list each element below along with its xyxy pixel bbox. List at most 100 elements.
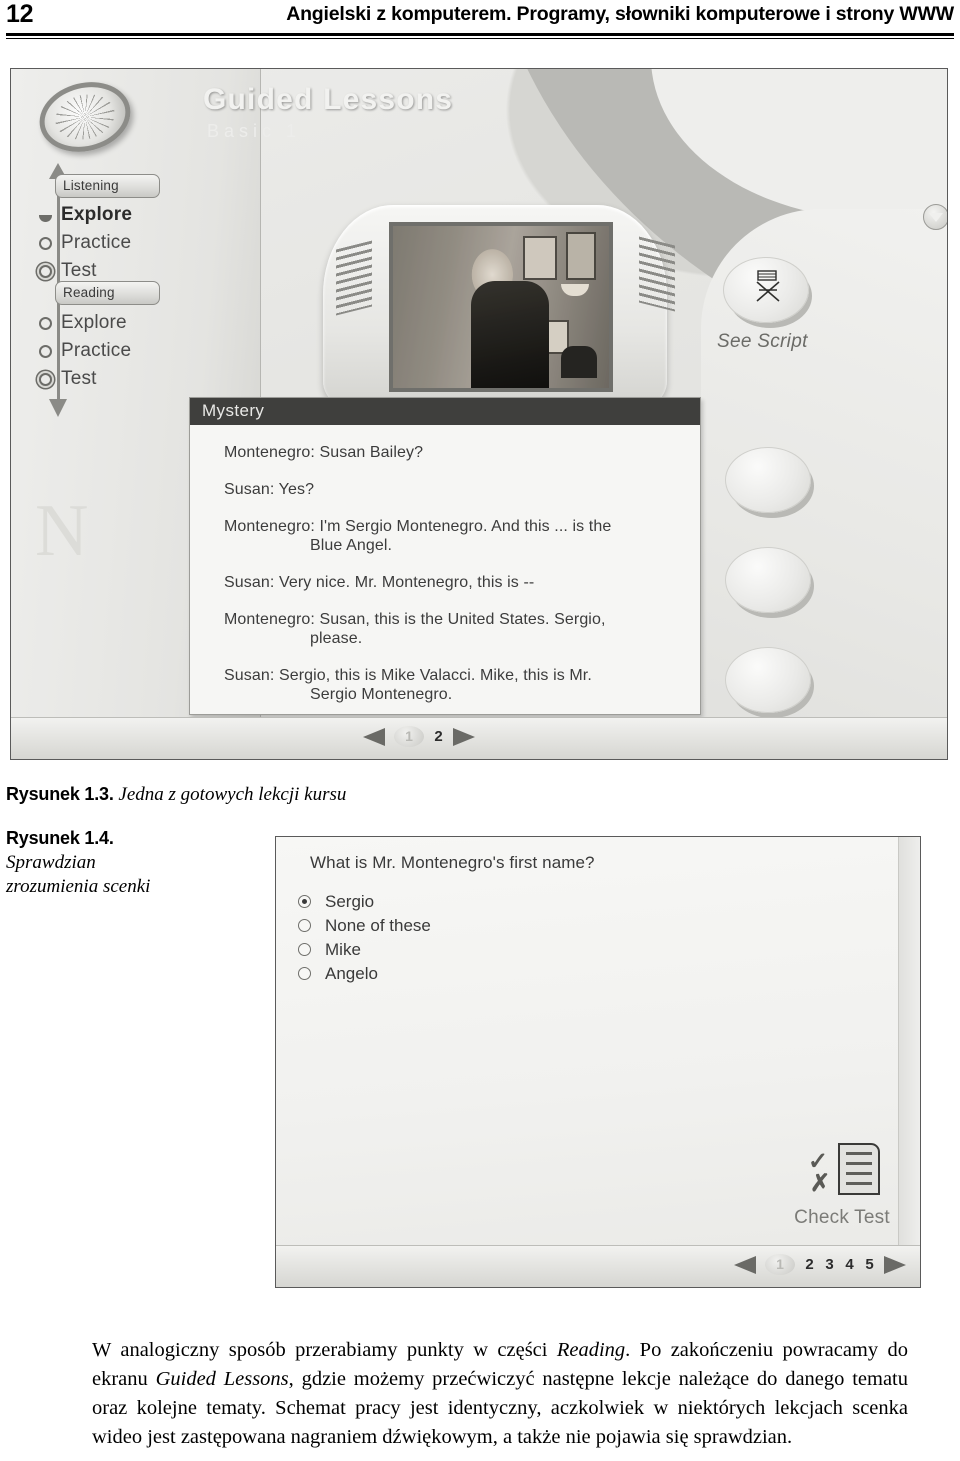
watermark-letter: N	[35, 490, 89, 572]
quiz-option-none-of-these[interactable]: None of these	[298, 915, 850, 936]
radio-button-icon[interactable]	[298, 943, 311, 956]
quiz-option-sergio[interactable]: Sergio	[298, 891, 850, 912]
quiz-option-label: Mike	[325, 939, 361, 959]
caption-number: Rysunek 1.4.	[6, 828, 114, 848]
figure-1-caption: Rysunek 1.3. Jedna z gotowych lekcji kur…	[6, 782, 346, 807]
arrow-left-icon[interactable]	[734, 1255, 756, 1274]
page-link[interactable]: 5	[864, 1256, 875, 1273]
sidebar-item-reading-test[interactable]: Test	[39, 367, 229, 391]
caption-text-line1: Sprawdzian	[6, 852, 96, 873]
check-test-button[interactable]: ✓ ✗ Check Test	[794, 1143, 890, 1229]
script-panel-title: Mystery	[190, 398, 700, 425]
figure-1-screenshot: Listening Explore Practice Test Reading …	[10, 68, 948, 760]
status-dot-icon	[39, 316, 52, 330]
header-rule-thin	[6, 38, 954, 39]
check-test-icons: ✓ ✗	[794, 1143, 890, 1209]
script-line: Montenegro: I'm Sergio Montenegro. And t…	[224, 517, 682, 555]
speaker-vent-left-icon	[336, 240, 372, 316]
check-test-label: Check Test	[794, 1207, 890, 1228]
radio-button-selected-icon[interactable]	[298, 895, 311, 908]
arrow-left-icon[interactable]	[363, 727, 385, 746]
radio-button-icon[interactable]	[298, 967, 311, 980]
script-line-text: Susan: Very nice. Mr. Montenegro, this i…	[224, 574, 535, 591]
sidebar-item-label: Practice	[61, 340, 132, 361]
directors-chair-icon	[756, 270, 780, 302]
body-text-part-1: W analogiczny sposób przerabiamy punkty …	[92, 1338, 557, 1361]
body-emphasis-reading: Reading	[556, 1338, 626, 1361]
right-edge-strip	[898, 837, 920, 1287]
script-line: Montenegro: Susan Bailey?	[224, 443, 682, 462]
sidebar-item-label: Test	[61, 368, 97, 389]
caption-text-line2: zrozumienia scenki	[6, 876, 151, 897]
app-subtitle: Basic 1	[207, 121, 302, 141]
script-line: Susan: Very nice. Mr. Montenegro, this i…	[224, 573, 682, 592]
radio-button-icon[interactable]	[298, 919, 311, 932]
quiz-option-angelo[interactable]: Angelo	[298, 963, 850, 984]
sidebar-item-listening-practice[interactable]: Practice	[39, 231, 229, 255]
see-script-label: See Script	[717, 331, 808, 352]
cross-mark-icon: ✗	[810, 1170, 831, 1197]
sidebar-item-reading-explore[interactable]: Explore	[39, 311, 229, 335]
caption-text: Jedna z gotowych lekcji kursu	[118, 784, 347, 805]
dropdown-button[interactable]	[923, 204, 947, 230]
blank-round-button-3[interactable]	[725, 647, 811, 713]
script-line-continuation: Blue Angel.	[310, 537, 393, 554]
arrow-right-icon[interactable]	[453, 727, 475, 746]
header-rule-thick	[6, 33, 954, 36]
caption-number: Rysunek 1.3.	[6, 784, 114, 804]
quiz-option-mike[interactable]: Mike	[298, 939, 850, 960]
sidebar-item-label: Practice	[61, 232, 132, 253]
status-dot-icon	[39, 236, 52, 250]
book-icon[interactable]	[897, 759, 948, 760]
script-line-continuation: please.	[310, 630, 363, 647]
speaker-vent-right-icon	[639, 236, 675, 312]
sidebar-item-label: Explore	[61, 204, 133, 225]
blank-round-button-2[interactable]	[725, 547, 811, 613]
body-emphasis-guided-lessons: Guided Lessons	[155, 1367, 289, 1390]
document-icon	[838, 1143, 880, 1195]
figure-2-screenshot: What is Mr. Montenegro's first name? Ser…	[275, 836, 921, 1288]
section-pill-listening[interactable]: Listening	[55, 174, 160, 198]
body-paragraph: W analogiczny sposób przerabiamy punkty …	[92, 1336, 908, 1452]
sidebar-item-listening-explore[interactable]: Explore	[39, 203, 229, 227]
page-link[interactable]: 3	[824, 1256, 835, 1273]
sidebar-item-label: Test	[61, 260, 97, 281]
status-dot-icon	[39, 344, 52, 358]
sidebar-item-listening-test[interactable]: Test	[39, 259, 229, 283]
page-link[interactable]: 2	[433, 728, 444, 745]
script-line-text: Montenegro: Susan Bailey?	[224, 444, 424, 461]
chevron-down-icon	[929, 212, 943, 222]
script-line: Montenegro: Susan, this is the United St…	[224, 610, 682, 648]
status-dot-half-icon	[39, 214, 52, 222]
script-line: Susan: Yes?	[224, 480, 682, 499]
current-page-indicator[interactable]: 1	[765, 1254, 795, 1275]
page-link[interactable]: 4	[844, 1256, 855, 1273]
sidebar-item-reading-practice[interactable]: Practice	[39, 339, 229, 363]
current-page-indicator[interactable]: 1	[394, 726, 424, 747]
running-head-title: Angielski z komputerem. Programy, słowni…	[286, 3, 954, 25]
video-frame-image	[393, 226, 609, 388]
blank-round-button-1[interactable]	[725, 447, 811, 513]
script-line-text: Montenegro: I'm Sergio Montenegro. And t…	[224, 518, 612, 535]
status-dot-ring-icon	[39, 372, 52, 386]
script-panel: Mystery Montenegro: Susan Bailey? Susan:…	[189, 397, 701, 715]
script-line: Susan: Sergio, this is Mike Valacci. Mik…	[224, 666, 682, 704]
script-line-text: Montenegro: Susan, this is the United St…	[224, 611, 606, 628]
pagination-controls: 1 2	[363, 726, 475, 747]
script-line-text: Susan: Yes?	[224, 481, 315, 498]
script-line-text: Susan: Sergio, this is Mike Valacci. Mik…	[224, 667, 592, 684]
page-number: 12	[6, 0, 34, 28]
quiz-question: What is Mr. Montenegro's first name?	[310, 853, 595, 872]
pagination-controls: 1 2 3 4 5	[734, 1254, 906, 1275]
section-pill-reading[interactable]: Reading	[55, 281, 160, 305]
page-link[interactable]: 2	[804, 1256, 815, 1273]
quiz-option-label: None of these	[325, 915, 431, 935]
quiz-option-label: Angelo	[325, 963, 378, 983]
pager-bar	[11, 717, 947, 759]
quiz-panel: What is Mr. Montenegro's first name? Ser…	[290, 845, 850, 987]
arrow-right-icon[interactable]	[884, 1255, 906, 1274]
figure-2-caption: Rysunek 1.4. Sprawdzian zrozumienia scen…	[6, 826, 256, 899]
quiz-option-label: Sergio	[325, 891, 375, 911]
video-screen[interactable]	[389, 222, 613, 392]
status-dot-ring-icon	[39, 264, 52, 278]
